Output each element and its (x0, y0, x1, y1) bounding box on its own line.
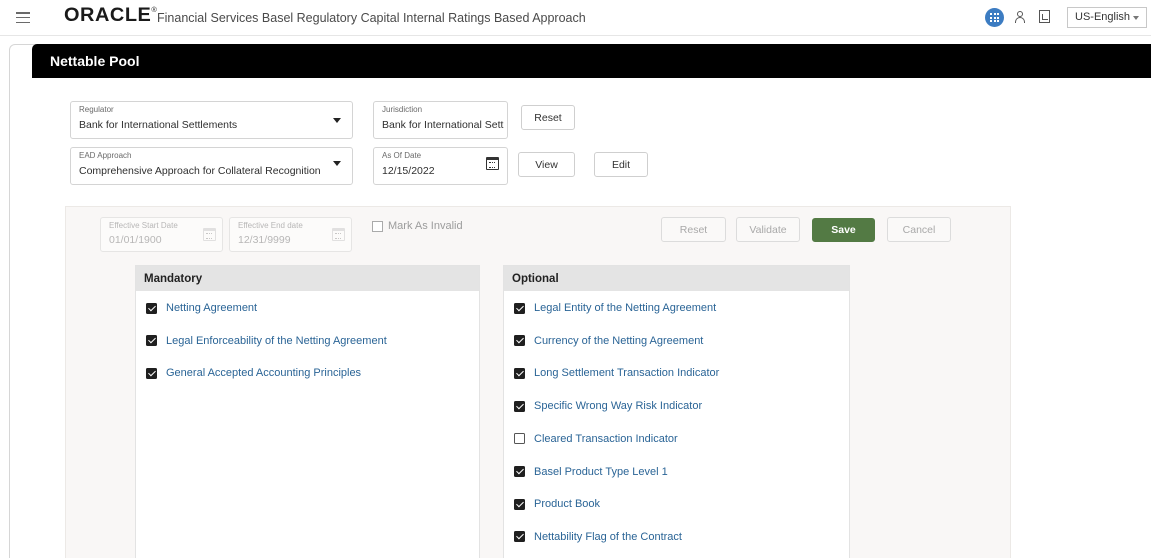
user-icon[interactable] (1014, 10, 1026, 24)
reset-button[interactable]: Reset (661, 217, 726, 242)
optional-item-label[interactable]: Legal Entity of the Netting Agreement (534, 302, 716, 314)
optional-item-label[interactable]: Specific Wrong Way Risk Indicator (534, 400, 702, 412)
as-of-date-label: As Of Date (382, 151, 422, 160)
hamburger-menu-icon[interactable] (16, 12, 30, 24)
as-of-date-value: 12/15/2022 (382, 165, 435, 177)
checkbox-checked[interactable] (514, 335, 525, 347)
ead-approach-select[interactable]: EAD Approach Comprehensive Approach for … (70, 147, 353, 185)
regulator-label: Regulator (79, 105, 114, 114)
checkbox-checked[interactable] (514, 466, 525, 477)
mandatory-panel: Mandatory Netting Agreement Legal Enforce… (135, 265, 480, 558)
calendar-icon[interactable] (332, 228, 345, 241)
reset-filter-button[interactable]: Reset (521, 105, 575, 130)
page-title-bar: Nettable Pool (32, 44, 1151, 78)
top-header: ORACLE® Financial Services Basel Regulat… (0, 0, 1151, 36)
as-of-date-field[interactable]: As Of Date 12/15/2022 (373, 147, 508, 185)
chevron-down-icon (333, 161, 341, 166)
ead-approach-value: Comprehensive Approach for Collateral Re… (79, 165, 321, 177)
optional-item-label[interactable]: Basel Product Type Level 1 (534, 466, 668, 478)
jurisdiction-label: Jurisdiction (382, 105, 423, 114)
optional-item[interactable]: Long Settlement Transaction Indicator (514, 365, 719, 381)
edit-button[interactable]: Edit (594, 152, 648, 177)
jurisdiction-value: Bank for International Settlements (382, 119, 504, 131)
chevron-down-icon (1133, 16, 1139, 20)
optional-item-label[interactable]: Long Settlement Transaction Indicator (534, 367, 719, 379)
mandatory-item[interactable]: Netting Agreement (146, 300, 257, 316)
mandatory-item[interactable]: Legal Enforceability of the Netting Agre… (146, 333, 387, 349)
regulator-value: Bank for International Settlements (79, 119, 238, 131)
checkbox-checked[interactable] (514, 531, 525, 543)
mandatory-item-label[interactable]: General Accepted Accounting Principles (166, 367, 361, 379)
cancel-button[interactable]: Cancel (887, 217, 951, 242)
optional-item[interactable]: Specific Wrong Way Risk Indicator (514, 398, 702, 414)
mark-as-invalid-checkbox[interactable] (372, 221, 383, 232)
optional-item[interactable]: Legal Entity of the Netting Agreement (514, 300, 716, 316)
checkbox-checked[interactable] (514, 498, 525, 510)
effective-start-date-label: Effective Start Date (109, 221, 178, 230)
ead-approach-label: EAD Approach (79, 151, 132, 160)
mandatory-item[interactable]: General Accepted Accounting Principles (146, 365, 361, 381)
oracle-logo: ORACLE® (64, 5, 158, 26)
save-button[interactable]: Save (812, 218, 875, 242)
checkbox-checked[interactable] (514, 302, 525, 314)
optional-item-label[interactable]: Cleared Transaction Indicator (534, 433, 678, 445)
mandatory-item-label[interactable]: Legal Enforceability of the Netting Agre… (166, 335, 387, 347)
document-icon[interactable] (1039, 10, 1050, 23)
effective-start-date-value: 01/01/1900 (109, 234, 162, 246)
language-select[interactable]: US-English (1067, 7, 1147, 28)
checkbox-checked[interactable] (146, 302, 157, 314)
effective-start-date-field[interactable]: Effective Start Date 01/01/1900 (100, 217, 223, 252)
jurisdiction-field[interactable]: Jurisdiction Bank for International Sett… (373, 101, 508, 139)
page-title: Nettable Pool (50, 53, 140, 69)
mandatory-header: Mandatory (136, 266, 479, 291)
optional-panel: Optional Legal Entity of the Netting Agr… (503, 265, 850, 558)
effective-end-date-value: 12/31/9999 (238, 234, 291, 246)
view-button[interactable]: View (518, 152, 575, 177)
language-value: US-English (1075, 11, 1131, 23)
chevron-down-icon (333, 118, 341, 123)
optional-item[interactable]: Basel Product Type Level 1 (514, 464, 668, 480)
checkbox-checked[interactable] (514, 400, 525, 412)
optional-item[interactable]: Currency of the Netting Agreement (514, 333, 703, 349)
apps-grid-icon[interactable] (985, 8, 1004, 27)
checkbox-checked[interactable] (514, 367, 525, 379)
optional-item-label[interactable]: Nettability Flag of the Contract (534, 531, 682, 543)
optional-item[interactable]: Nettability Flag of the Contract (514, 529, 682, 545)
checkbox-unchecked[interactable] (514, 433, 525, 445)
mark-as-invalid-label: Mark As Invalid (388, 220, 463, 232)
optional-header: Optional (504, 266, 849, 291)
regulator-select[interactable]: Regulator Bank for International Settlem… (70, 101, 353, 139)
optional-item[interactable]: Cleared Transaction Indicator (514, 431, 678, 447)
effective-end-date-field[interactable]: Effective End date 12/31/9999 (229, 217, 352, 252)
optional-item-label[interactable]: Currency of the Netting Agreement (534, 335, 703, 347)
mandatory-item-label[interactable]: Netting Agreement (166, 302, 257, 314)
calendar-icon[interactable] (486, 157, 499, 170)
optional-item[interactable]: Product Book (514, 496, 600, 512)
checkbox-checked[interactable] (146, 367, 157, 379)
optional-item-label[interactable]: Product Book (534, 498, 600, 510)
app-title: Financial Services Basel Regulatory Capi… (157, 11, 586, 25)
effective-end-date-label: Effective End date (238, 221, 303, 230)
calendar-icon[interactable] (203, 228, 216, 241)
validate-button[interactable]: Validate (736, 217, 800, 242)
checkbox-checked[interactable] (146, 335, 157, 347)
